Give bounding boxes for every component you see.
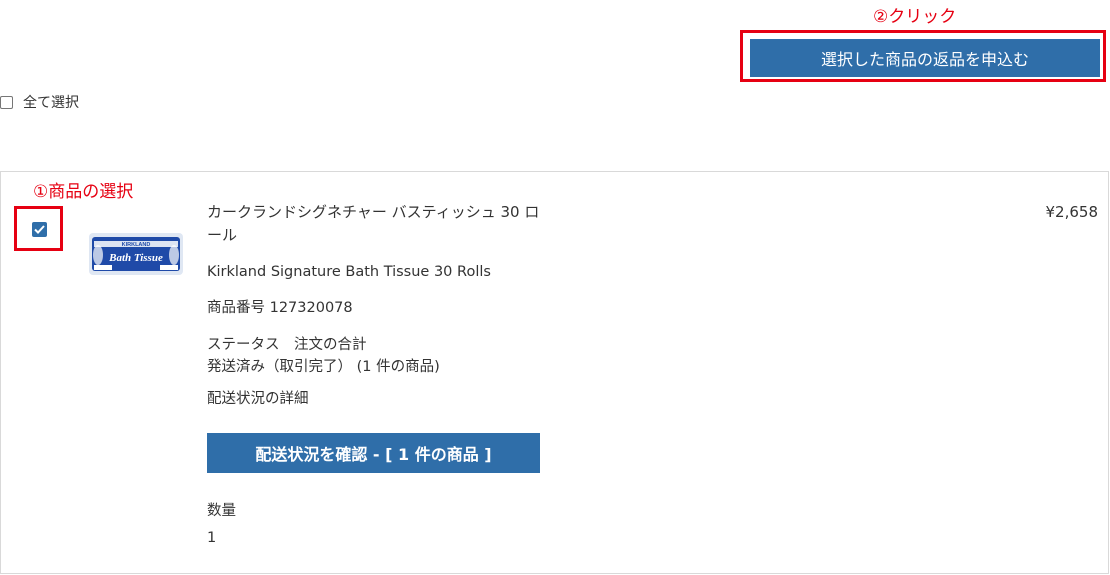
- status-heading: ステータス 注文の合計: [207, 337, 367, 353]
- request-return-button[interactable]: 選択した商品の返品を申込む: [750, 39, 1100, 77]
- select-all-label: 全て選択: [23, 95, 79, 111]
- product-image-name: Bath Tissue: [108, 252, 163, 264]
- quantity-label: 数量: [207, 503, 236, 519]
- check-icon: [34, 225, 45, 234]
- product-image-brand: KIRKLAND: [122, 242, 151, 248]
- item-number: 商品番号 127320078: [207, 300, 353, 316]
- tracking-detail-label: 配送状況の詳細: [207, 391, 309, 407]
- product-name-ja: カークランドシグネチャー バスティッシュ 30 ロール: [207, 203, 540, 244]
- quantity-value: 1: [207, 530, 217, 546]
- product-name-en: Kirkland Signature Bath Tissue 30 Rolls: [207, 264, 491, 280]
- product-image: KIRKLAND Bath Tissue: [89, 233, 183, 275]
- status-value: 発送済み（取引完了） (1 件の商品): [207, 359, 440, 375]
- select-all[interactable]: 全て選択: [0, 92, 79, 112]
- annotation-click: ②クリック: [873, 7, 957, 27]
- track-shipment-button[interactable]: 配送状況を確認 - [ 1 件の商品 ]: [207, 433, 540, 473]
- item-checkbox[interactable]: [32, 222, 47, 237]
- item-price: ¥2,658: [1045, 203, 1099, 221]
- select-all-checkbox[interactable]: [0, 95, 13, 109]
- annotation-select-item: ①商品の選択: [33, 182, 134, 202]
